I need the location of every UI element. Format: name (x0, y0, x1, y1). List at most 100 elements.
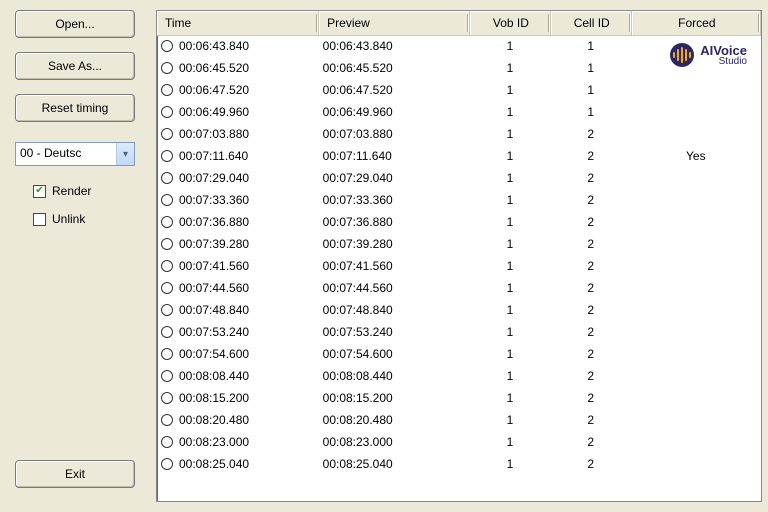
table-row[interactable]: 00:06:45.52000:06:45.52011 (157, 57, 761, 79)
table-row[interactable]: 00:06:47.52000:06:47.52011 (157, 79, 761, 101)
col-time[interactable]: Time (157, 11, 319, 35)
cell-preview: 00:08:08.440 (319, 365, 470, 387)
cell-time: 00:07:33.360 (157, 189, 319, 211)
reset-timing-button[interactable]: Reset timing (15, 94, 135, 122)
cell-vob: 1 (470, 255, 551, 277)
table-row[interactable]: 00:08:15.20000:08:15.20012 (157, 387, 761, 409)
radio-icon[interactable] (161, 304, 173, 316)
chevron-down-icon[interactable]: ▾ (116, 143, 134, 165)
cell-cell: 2 (550, 123, 631, 145)
cell-vob: 1 (470, 57, 551, 79)
radio-icon[interactable] (161, 458, 173, 470)
unlink-checkbox-row[interactable]: Unlink (15, 212, 135, 226)
radio-icon[interactable] (161, 260, 173, 272)
radio-icon[interactable] (161, 150, 173, 162)
cell-forced (631, 233, 760, 255)
radio-icon[interactable] (161, 128, 173, 140)
table-row[interactable]: 00:08:08.44000:08:08.44012 (157, 365, 761, 387)
cell-forced (631, 453, 760, 475)
cell-cell: 2 (550, 277, 631, 299)
cell-forced (631, 79, 760, 101)
exit-button[interactable]: Exit (15, 460, 135, 488)
table-row[interactable]: 00:07:11.64000:07:11.64012Yes (157, 145, 761, 167)
cell-forced (631, 123, 760, 145)
table-row[interactable]: 00:07:48.84000:07:48.84012 (157, 299, 761, 321)
cell-preview: 00:07:44.560 (319, 277, 470, 299)
table-row[interactable]: 00:07:03.88000:07:03.88012 (157, 123, 761, 145)
table-row[interactable]: 00:06:49.96000:06:49.96011 (157, 101, 761, 123)
cell-cell: 2 (550, 431, 631, 453)
cell-time: 00:07:53.240 (157, 321, 319, 343)
table-row[interactable]: 00:07:44.56000:07:44.56012 (157, 277, 761, 299)
radio-icon[interactable] (161, 392, 173, 404)
radio-icon[interactable] (161, 414, 173, 426)
col-preview[interactable]: Preview (319, 11, 470, 35)
radio-icon[interactable] (161, 348, 173, 360)
cell-preview: 00:07:39.280 (319, 233, 470, 255)
language-select[interactable]: 00 - Deutsc ▾ (15, 142, 135, 166)
col-vob[interactable]: Vob ID (470, 11, 551, 35)
col-forced[interactable]: Forced (631, 11, 760, 35)
cell-cell: 2 (550, 145, 631, 167)
cell-vob: 1 (470, 321, 551, 343)
cell-forced (631, 343, 760, 365)
table-row[interactable]: 00:08:20.48000:08:20.48012 (157, 409, 761, 431)
table-row[interactable]: 00:07:53.24000:07:53.24012 (157, 321, 761, 343)
cell-vob: 1 (470, 409, 551, 431)
cell-time: 00:07:36.880 (157, 211, 319, 233)
cell-vob: 1 (470, 145, 551, 167)
table-row[interactable]: 00:07:39.28000:07:39.28012 (157, 233, 761, 255)
cell-forced: Yes (631, 145, 760, 167)
table-row[interactable]: 00:06:43.84000:06:43.84011 (157, 35, 761, 57)
cell-preview: 00:08:25.040 (319, 453, 470, 475)
table-row[interactable]: 00:08:25.04000:08:25.04012 (157, 453, 761, 475)
cell-cell: 2 (550, 233, 631, 255)
sidebar: Open... Save As... Reset timing 00 - Deu… (10, 10, 140, 502)
col-cell[interactable]: Cell ID (550, 11, 631, 35)
radio-icon[interactable] (161, 106, 173, 118)
cell-vob: 1 (470, 167, 551, 189)
radio-icon[interactable] (161, 62, 173, 74)
radio-icon[interactable] (161, 370, 173, 382)
radio-icon[interactable] (161, 282, 173, 294)
render-label: Render (52, 184, 91, 198)
radio-icon[interactable] (161, 326, 173, 338)
radio-icon[interactable] (161, 216, 173, 228)
render-checkbox-row[interactable]: ✔ Render (15, 184, 135, 198)
radio-icon[interactable] (161, 436, 173, 448)
radio-icon[interactable] (161, 172, 173, 184)
table-row[interactable]: 00:08:23.00000:08:23.00012 (157, 431, 761, 453)
cell-forced (631, 365, 760, 387)
cell-preview: 00:06:43.840 (319, 35, 470, 57)
cell-forced (631, 299, 760, 321)
render-checkbox[interactable]: ✔ (33, 185, 46, 198)
cell-time: 00:07:48.840 (157, 299, 319, 321)
cell-preview: 00:07:54.600 (319, 343, 470, 365)
cell-forced (631, 101, 760, 123)
cell-preview: 00:06:49.960 (319, 101, 470, 123)
radio-icon[interactable] (161, 40, 173, 52)
cell-cell: 2 (550, 409, 631, 431)
cell-time: 00:06:45.520 (157, 57, 319, 79)
cell-preview: 00:08:15.200 (319, 387, 470, 409)
unlink-checkbox[interactable] (33, 213, 46, 226)
table-row[interactable]: 00:07:41.56000:07:41.56012 (157, 255, 761, 277)
cell-forced (631, 387, 760, 409)
subtitle-table[interactable]: Time Preview Vob ID Cell ID Forced 00:06… (156, 10, 762, 502)
save-as-button[interactable]: Save As... (15, 52, 135, 80)
cell-cell: 2 (550, 211, 631, 233)
cell-preview: 00:07:29.040 (319, 167, 470, 189)
radio-icon[interactable] (161, 84, 173, 96)
table-row[interactable]: 00:07:29.04000:07:29.04012 (157, 167, 761, 189)
table-row[interactable]: 00:07:36.88000:07:36.88012 (157, 211, 761, 233)
cell-forced (631, 167, 760, 189)
table-row[interactable]: 00:07:33.36000:07:33.36012 (157, 189, 761, 211)
open-button[interactable]: Open... (15, 10, 135, 38)
cell-cell: 2 (550, 387, 631, 409)
radio-icon[interactable] (161, 194, 173, 206)
cell-preview: 00:07:33.360 (319, 189, 470, 211)
cell-cell: 1 (550, 101, 631, 123)
radio-icon[interactable] (161, 238, 173, 250)
table-row[interactable]: 00:07:54.60000:07:54.60012 (157, 343, 761, 365)
cell-forced (631, 431, 760, 453)
